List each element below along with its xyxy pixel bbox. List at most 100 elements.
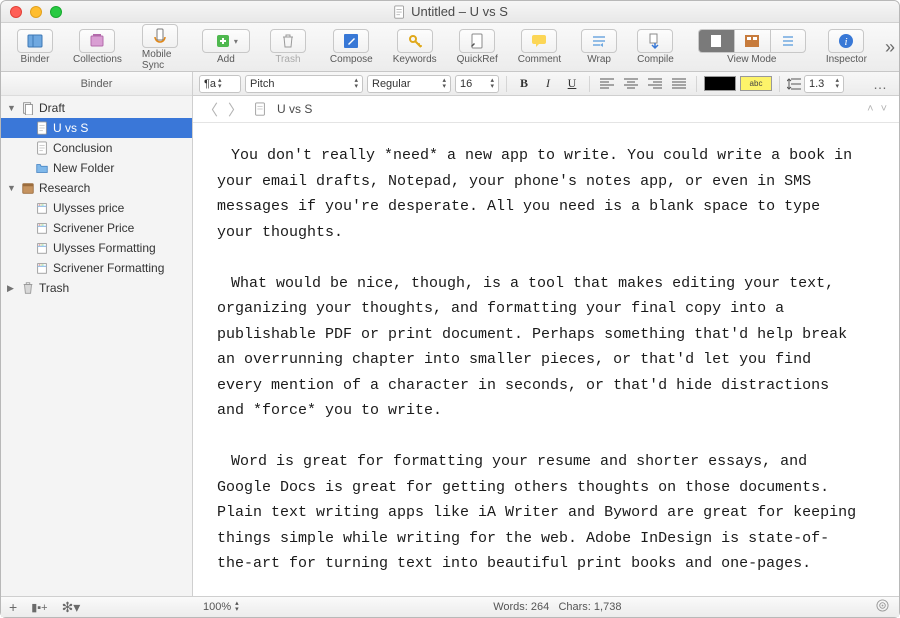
wrap-icon <box>590 32 608 50</box>
prev-next-doc[interactable]: ˄ ˅ <box>867 103 889 115</box>
collections-button[interactable]: Collections <box>65 27 130 67</box>
toolbar-overflow[interactable]: » <box>879 37 900 58</box>
italic-button[interactable]: I <box>538 75 558 93</box>
view-mode-cork[interactable] <box>734 29 770 53</box>
align-center-icon <box>624 78 638 90</box>
zoom-level[interactable]: 100% <box>203 601 231 613</box>
align-justify-button[interactable] <box>669 75 689 93</box>
target-icon[interactable] <box>876 599 889 612</box>
binder-item-label: Conclusion <box>53 141 112 155</box>
sidebar-folder-add-button[interactable]: ▮▪+ <box>31 601 47 614</box>
view-mode-outline[interactable] <box>770 29 806 53</box>
nav-back-button[interactable]: 〈 <box>203 99 218 120</box>
status-bar: 100% ▴▾ Words: 264 Chars: 1,738 <box>193 596 899 617</box>
disclosure-triangle[interactable]: ▼ <box>7 103 17 113</box>
disclosure-triangle[interactable]: ▼ <box>7 183 17 193</box>
disclosure-triangle[interactable]: ▶ <box>7 283 17 294</box>
titlebar: Untitled – U vs S <box>1 1 899 23</box>
align-justify-icon <box>672 78 686 90</box>
binder-item-label: Ulysses price <box>53 201 124 215</box>
inspector-button[interactable]: i Inspector <box>818 27 875 67</box>
paragraph[interactable] <box>217 245 859 271</box>
binder-icon <box>26 32 44 50</box>
view-mode-single[interactable] <box>698 29 734 53</box>
sidebar-header: Binder <box>1 72 192 96</box>
quickref-button[interactable]: QuickRef <box>449 27 506 67</box>
align-right-button[interactable] <box>645 75 665 93</box>
binder-item-label: Research <box>39 181 90 195</box>
text-editor[interactable]: You don't really *need* a new app to wri… <box>193 123 899 596</box>
window-title: Untitled – U vs S <box>392 4 508 19</box>
binder-item-draft[interactable]: ▼Draft <box>1 98 192 118</box>
nav-forward-button[interactable]: 〉 <box>228 99 243 120</box>
compile-button[interactable]: Compile <box>629 27 682 67</box>
mobile-sync-button[interactable]: Mobile Sync <box>134 22 186 73</box>
paragraph[interactable]: What would be nice, though, is a tool th… <box>217 271 859 424</box>
bold-button[interactable]: B <box>514 75 534 93</box>
binder-item-label: Ulysses Formatting <box>53 241 156 255</box>
align-left-icon <box>600 78 614 90</box>
underline-button[interactable]: U <box>562 75 582 93</box>
linespacing-picker[interactable]: 1.3▴▾ <box>804 75 844 93</box>
align-center-button[interactable] <box>621 75 641 93</box>
mobile-sync-icon <box>151 27 169 45</box>
sidebar-settings-button[interactable]: ✻▾ <box>62 599 81 616</box>
font-picker[interactable]: Pitch▴▾ <box>245 75 363 93</box>
comment-icon <box>530 32 548 50</box>
binder-button[interactable]: Binder <box>9 27 61 67</box>
sidebar-add-button[interactable]: + <box>9 599 17 615</box>
text-color-swatch[interactable] <box>704 76 736 91</box>
highlight-swatch[interactable]: abc <box>740 76 772 91</box>
binder-item-scrivener-price[interactable]: Scrivener Price <box>1 218 192 238</box>
paragraph[interactable] <box>217 424 859 450</box>
binder-item-label: Scrivener Formatting <box>53 261 164 275</box>
document-title[interactable]: U vs S <box>277 102 312 116</box>
window-title-text: Untitled – U vs S <box>411 4 508 19</box>
view-single-icon <box>707 32 725 50</box>
binder-item-ulysses-formatting[interactable]: Ulysses Formatting <box>1 238 192 258</box>
binder-item-u-vs-s[interactable]: U vs S <box>1 118 192 138</box>
quickref-icon <box>468 32 486 50</box>
format-bar: ¶a▴▾ Pitch▴▾ Regular▴▾ 16▴▾ B I U abc 1.… <box>193 72 899 96</box>
editor-header: 〈 〉 U vs S ˄ ˅ <box>193 96 899 123</box>
svg-text:i: i <box>845 36 848 48</box>
formatbar-overflow[interactable]: … <box>867 76 893 92</box>
binder-item-label: U vs S <box>53 121 88 135</box>
close-window-button[interactable] <box>10 6 22 18</box>
font-size-picker[interactable]: 16▴▾ <box>455 75 499 93</box>
document-icon <box>392 5 406 19</box>
view-cork-icon <box>743 32 761 50</box>
add-button[interactable]: ▾ Add <box>194 27 258 67</box>
paragraph[interactable]: Word is great for formatting your resume… <box>217 449 859 577</box>
zoom-window-button[interactable] <box>50 6 62 18</box>
view-mode-group: View Mode <box>690 27 814 67</box>
binder-sidebar: Binder ▼DraftU vs SConclusionNew Folder▼… <box>1 72 193 596</box>
binder-tree[interactable]: ▼Draft U vs S Conclusion New Folder ▼ Researc… <box>1 96 192 596</box>
compile-icon <box>646 32 664 50</box>
view-outline-icon <box>779 32 797 50</box>
style-picker[interactable]: ¶a▴▾ <box>199 75 241 93</box>
doc-icon <box>253 102 267 116</box>
align-left-button[interactable] <box>597 75 617 93</box>
paragraph[interactable]: You don't really *need* a new app to wri… <box>217 143 859 245</box>
word-count[interactable]: Words: 264 Chars: 1,738 <box>239 601 876 613</box>
toolbar: Binder Collections Mobile Sync ▾ Add Tra… <box>1 23 899 72</box>
binder-item-conclusion[interactable]: Conclusion <box>1 138 192 158</box>
compose-button[interactable]: Compose <box>322 27 381 67</box>
wrap-button[interactable]: Wrap <box>573 27 625 67</box>
linespacing-icon <box>787 77 801 91</box>
keywords-button[interactable]: Keywords <box>385 27 445 67</box>
font-weight-picker[interactable]: Regular▴▾ <box>367 75 451 93</box>
minimize-window-button[interactable] <box>30 6 42 18</box>
editor-area: ¶a▴▾ Pitch▴▾ Regular▴▾ 16▴▾ B I U abc 1.… <box>193 72 899 596</box>
binder-item-ulysses-price[interactable]: Ulysses price <box>1 198 192 218</box>
collections-icon <box>88 32 106 50</box>
binder-item-scrivener-formatting[interactable]: Scrivener Formatting <box>1 258 192 278</box>
keywords-icon <box>406 32 424 50</box>
binder-item-label: New Folder <box>53 161 114 175</box>
comment-button[interactable]: Comment <box>510 27 569 67</box>
trash-button[interactable]: Trash <box>262 27 314 67</box>
binder-item-research[interactable]: ▼ Research <box>1 178 192 198</box>
binder-item-new-folder[interactable]: New Folder <box>1 158 192 178</box>
binder-item-trash[interactable]: ▶Trash <box>1 278 192 298</box>
